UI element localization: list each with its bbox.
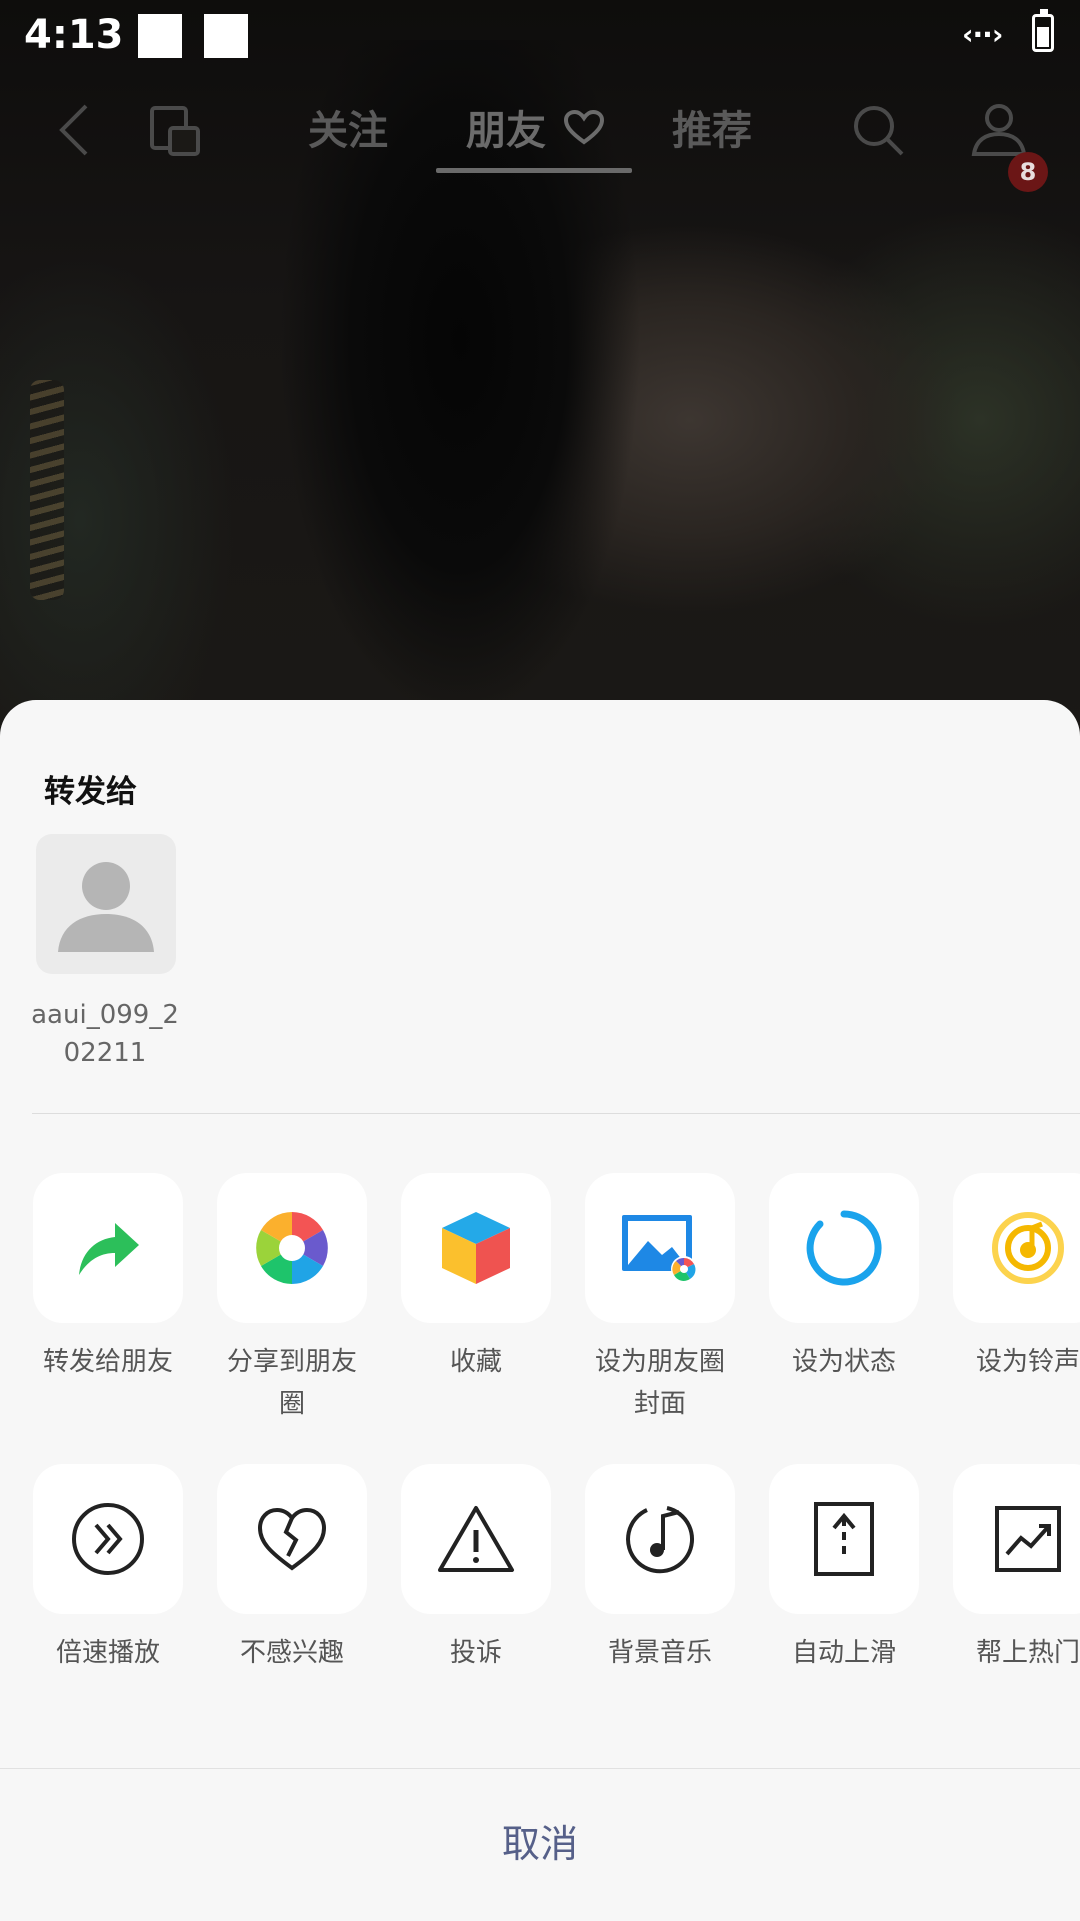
divider	[32, 1113, 1080, 1114]
auto-scroll-button[interactable]: 自动上滑	[769, 1464, 919, 1674]
forward-to-friend-button[interactable]: 转发给朋友	[33, 1173, 183, 1383]
playback-speed-button[interactable]: 倍速播放	[33, 1464, 183, 1674]
tab-friends[interactable]: 朋友	[466, 98, 606, 156]
background-music-button[interactable]: 背景音乐	[585, 1464, 735, 1674]
action-tile	[953, 1464, 1080, 1614]
status-bar: 4:13 ‹··›	[0, 0, 1080, 74]
data-transfer-icon: ‹··›	[962, 18, 1003, 51]
share-sheet: 转发给 aaui_099_202211 转发给朋友 分享到朋友圈 收藏 设为朋友…	[0, 700, 1080, 1921]
action-label: 帮上热门	[975, 1638, 1080, 1668]
tab-recommend[interactable]: 推荐	[672, 98, 752, 156]
action-tile	[769, 1464, 919, 1614]
forward-arrow-icon	[79, 1223, 139, 1275]
playback-speed-icon	[72, 1503, 144, 1575]
boost-trending-button[interactable]: 帮上热门	[953, 1464, 1080, 1674]
set-moments-cover-button[interactable]: 设为朋友圈封面	[585, 1173, 735, 1425]
broken-heart-icon	[257, 1507, 327, 1571]
music-note-icon	[626, 1506, 694, 1574]
battery-icon	[1032, 9, 1054, 52]
action-tile	[953, 1173, 1080, 1323]
action-label: 设为朋友圈封面	[594, 1347, 725, 1419]
cancel-area: 取消	[0, 1768, 1080, 1921]
heart-outline-icon	[563, 109, 604, 145]
not-interested-button[interactable]: 不感兴趣	[217, 1464, 367, 1674]
action-tile	[33, 1173, 183, 1323]
action-tile	[217, 1173, 367, 1323]
action-label: 分享到朋友圈	[226, 1347, 357, 1419]
tab-friends-label: 朋友	[466, 108, 546, 154]
set-status-button[interactable]: 设为状态	[769, 1173, 919, 1383]
action-tile	[585, 1173, 735, 1323]
status-ring-icon	[806, 1210, 882, 1286]
action-label: 自动上滑	[791, 1638, 896, 1668]
top-nav: 关注 朋友 推荐 8	[0, 84, 1080, 192]
share-to-moments-button[interactable]: 分享到朋友圈	[217, 1173, 367, 1425]
trending-icon	[995, 1506, 1061, 1572]
search-icon[interactable]	[850, 102, 906, 162]
sheet-title: 转发给	[44, 774, 137, 810]
action-tile	[33, 1464, 183, 1614]
cancel-button[interactable]: 取消	[0, 1769, 1080, 1921]
auto-scroll-icon	[814, 1502, 874, 1576]
active-tab-indicator	[436, 168, 632, 173]
action-tile	[585, 1464, 735, 1614]
action-label: 投诉	[449, 1638, 502, 1668]
action-tile	[769, 1173, 919, 1323]
action-label: 不感兴趣	[239, 1638, 344, 1668]
back-icon[interactable]	[56, 102, 92, 162]
contact-avatar	[36, 834, 176, 974]
action-label: 转发给朋友	[42, 1347, 173, 1377]
warning-icon	[438, 1506, 514, 1572]
status-time: 4:13	[24, 12, 124, 58]
favorites-cube-icon	[442, 1212, 510, 1284]
action-tile	[401, 1173, 551, 1323]
multi-window-icon[interactable]	[148, 104, 204, 164]
video-subject-chain	[30, 380, 64, 600]
action-label: 设为状态	[791, 1347, 896, 1377]
ringtone-icon	[992, 1212, 1064, 1284]
notification-placeholder-icon	[138, 14, 182, 58]
action-label: 收藏	[449, 1347, 502, 1377]
contact-item[interactable]: aaui_099_202211	[30, 834, 180, 1072]
tab-follow[interactable]: 关注	[308, 98, 388, 156]
action-label: 倍速播放	[55, 1638, 160, 1668]
favorite-button[interactable]: 收藏	[401, 1173, 551, 1383]
report-button[interactable]: 投诉	[401, 1464, 551, 1674]
moments-aperture-icon	[256, 1212, 328, 1284]
action-label: 背景音乐	[607, 1638, 712, 1668]
action-tile	[217, 1464, 367, 1614]
action-label: 设为铃声	[975, 1347, 1080, 1377]
set-ringtone-button[interactable]: 设为铃声	[953, 1173, 1080, 1383]
contact-name: aaui_099_202211	[31, 1000, 179, 1068]
default-avatar-icon	[58, 862, 154, 952]
notification-badge: 8	[1008, 152, 1048, 192]
action-tile	[401, 1464, 551, 1614]
moments-cover-icon	[622, 1215, 697, 1282]
notification-placeholder-icon	[204, 14, 248, 58]
